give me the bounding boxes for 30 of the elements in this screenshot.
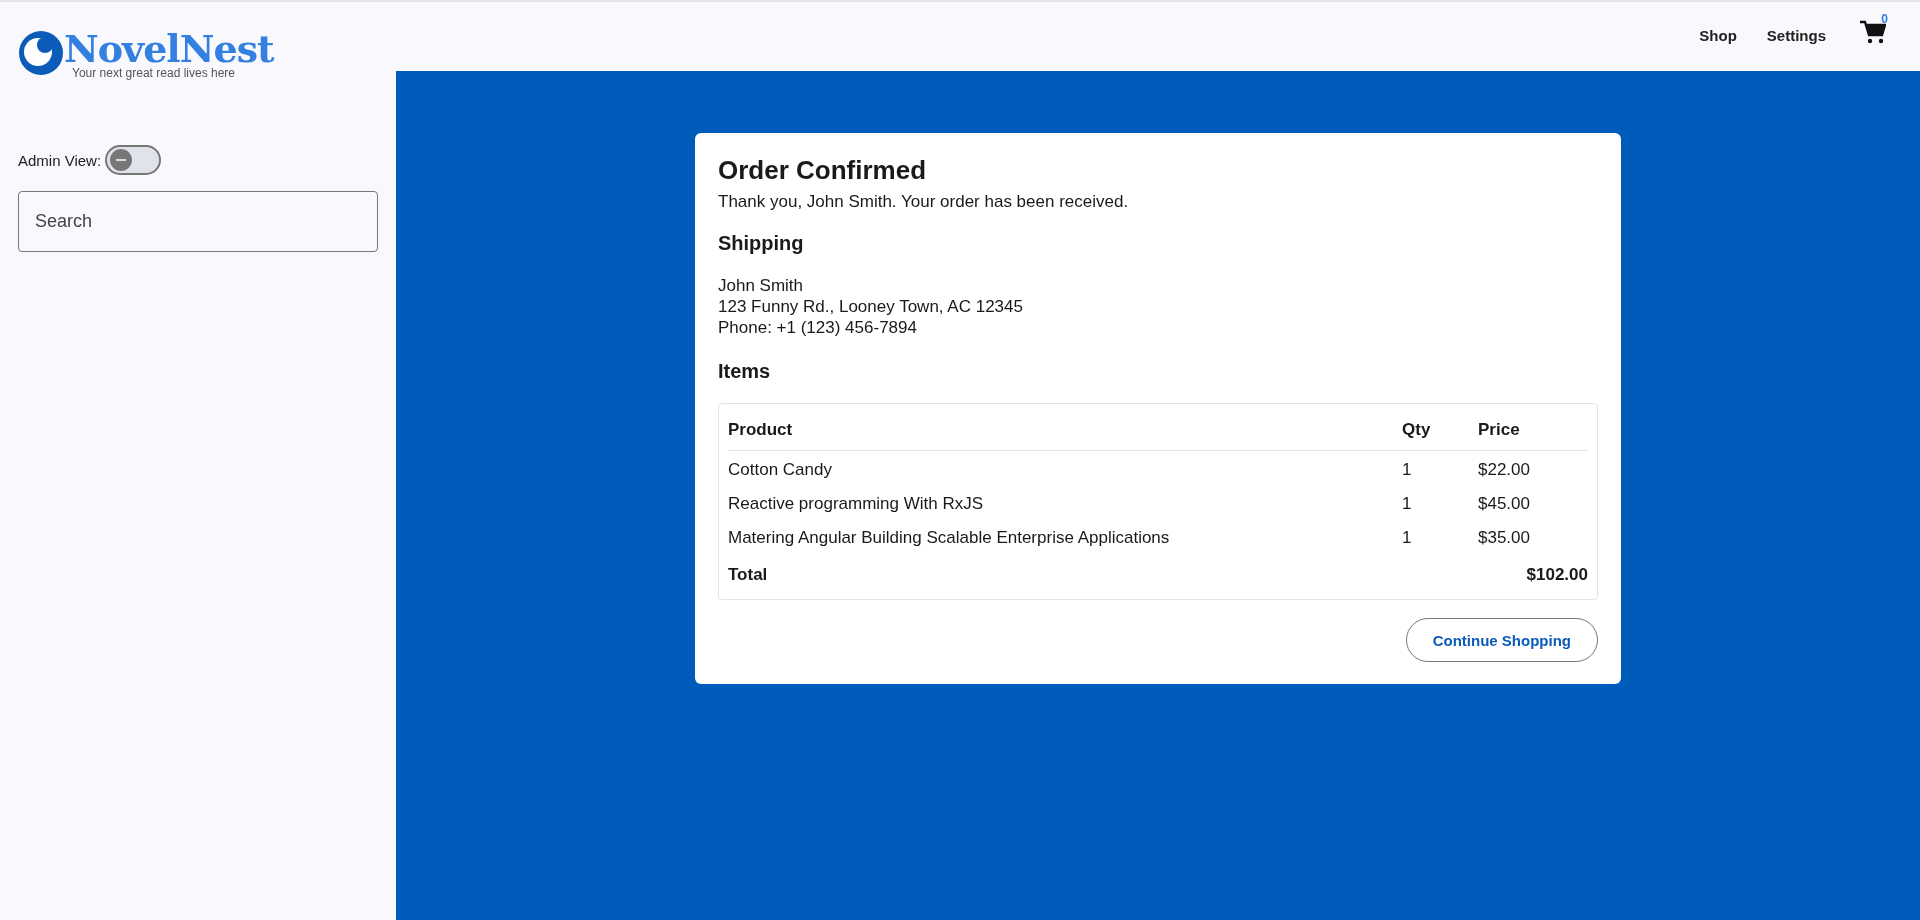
continue-shopping-button[interactable]: Continue Shopping xyxy=(1405,618,1598,662)
column-header: Price xyxy=(1478,420,1521,440)
table-cell-text: 1 xyxy=(1402,460,1413,480)
admin-view-label: Admin View: xyxy=(18,151,102,169)
table-cell-text: Cotton Candy xyxy=(728,460,833,480)
address-line: Phone: +1 (123) 456-7894 xyxy=(718,317,918,338)
cart-count-label: 0 xyxy=(1881,12,1888,26)
table-cell-text: $45.00 xyxy=(1478,494,1531,514)
section-heading: Items xyxy=(718,360,772,383)
table-cell-text: 1 xyxy=(1402,494,1413,514)
nav-link[interactable]: Settings xyxy=(1766,26,1826,44)
total-label: Total xyxy=(728,565,768,585)
order-title: Order Confirmed xyxy=(718,155,928,186)
nav-link[interactable]: Shop xyxy=(1699,26,1737,44)
table-cell-text: 1 xyxy=(1402,528,1413,548)
column-header: Qty xyxy=(1402,420,1432,440)
column-header: Product xyxy=(728,420,794,440)
logo-tagline: Your next great read lives here xyxy=(72,66,236,80)
total-value: $102.00 xyxy=(1526,565,1588,585)
admin-view-toggle[interactable] xyxy=(105,145,162,175)
search-field[interactable]: Search xyxy=(18,191,378,252)
table-cell-text: Reactive programming With RxJS xyxy=(728,494,985,514)
logo-title[interactable]: NovelNest xyxy=(64,30,274,68)
confirmation-message: Thank you, John Smith. Your order has been received. xyxy=(718,192,1130,212)
table-cell-text: Matering Angular Building Scalable Enterprise Applications xyxy=(728,528,1171,548)
table-cell-text: $22.00 xyxy=(1478,460,1531,480)
address-line: John Smith xyxy=(718,275,805,296)
section-heading: Shipping xyxy=(718,232,805,255)
address-line: 123 Funny Rd., Looney Town, AC 12345 xyxy=(718,296,1024,317)
table-cell-text: $35.00 xyxy=(1478,528,1531,548)
